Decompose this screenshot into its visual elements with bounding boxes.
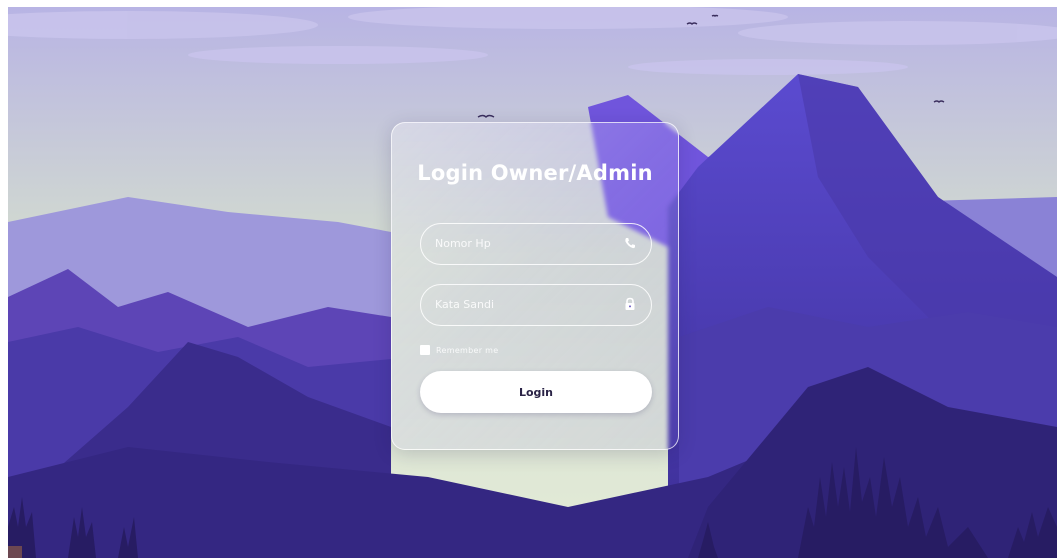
login-screen: Login Owner/Admin Remember me Login <box>8 7 1057 558</box>
phone-number-field[interactable] <box>420 223 652 265</box>
corner-mark <box>8 546 22 558</box>
remember-me[interactable]: Remember me <box>420 343 498 357</box>
lock-icon <box>625 297 635 310</box>
remember-me-checkbox[interactable] <box>420 345 430 355</box>
login-button[interactable]: Login <box>420 371 652 413</box>
phone-number-input[interactable] <box>435 224 605 263</box>
phone-icon <box>625 238 635 249</box>
login-title: Login Owner/Admin <box>417 161 653 185</box>
password-input[interactable] <box>435 285 605 324</box>
remember-me-label: Remember me <box>436 345 499 355</box>
login-card: Login Owner/Admin Remember me Login <box>391 122 679 450</box>
password-field[interactable] <box>420 284 652 326</box>
